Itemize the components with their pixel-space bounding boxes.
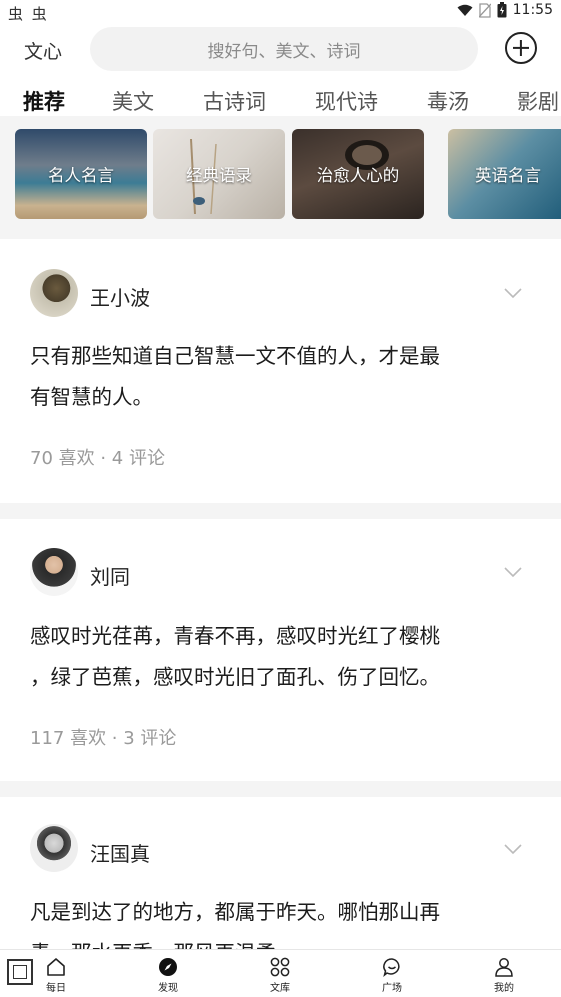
nav-mine[interactable]: 我的 <box>474 956 534 994</box>
nav-discover[interactable]: 发现 <box>138 956 198 994</box>
card-label: 英语名言 <box>475 166 541 185</box>
notification-icons: 虫 虫 <box>8 5 49 23</box>
category-tabs: 推荐 美文 古诗词 现代诗 毒汤 影剧 <box>0 80 561 120</box>
post-meta: 70 喜欢 · 4 评论 <box>30 448 165 469</box>
top-header: 文心 搜好句、美文、诗词 <box>0 24 561 76</box>
nav-square[interactable]: 广场 <box>362 956 422 994</box>
status-time: 11:55 <box>512 2 553 18</box>
card-label: 经典语录 <box>186 166 252 185</box>
chat-icon <box>383 958 400 977</box>
search-placeholder: 搜好句、美文、诗词 <box>207 41 361 62</box>
avatar[interactable] <box>30 269 78 317</box>
avatar[interactable] <box>30 824 78 872</box>
post-content: 感叹时光荏苒，青春不再，感叹时光红了樱桃 ，绿了芭蕉，感叹时光旧了面孔、伤了回忆… <box>30 624 440 689</box>
card-label: 名人名言 <box>48 166 114 185</box>
nav-library[interactable]: 文库 <box>250 956 310 994</box>
author-name[interactable]: 汪国真 <box>90 838 150 867</box>
post-content: 只有那些知道自己智慧一文不值的人，才是最 有智慧的人。 <box>30 344 440 409</box>
battery-icon <box>497 2 507 18</box>
post-card[interactable]: 刘同 感叹时光荏苒，青春不再，感叹时光红了樱桃 ，绿了芭蕉，感叹时光旧了面孔、伤… <box>0 519 561 781</box>
chevron-down-icon[interactable] <box>504 284 522 302</box>
category-cards: 名人名言 经典语录 治愈人心的 英语名言 <box>0 116 561 239</box>
card-healing[interactable]: 治愈人心的 <box>292 129 424 219</box>
app-logo[interactable]: 文心 <box>24 37 62 64</box>
tab-film-drama[interactable]: 影剧 <box>517 86 559 116</box>
card-classic-quotes[interactable]: 经典语录 <box>153 129 285 219</box>
post-meta: 117 喜欢 · 3 评论 <box>30 728 177 749</box>
add-icon[interactable] <box>505 32 537 64</box>
home-icon <box>47 958 65 976</box>
avatar[interactable] <box>30 548 78 596</box>
feed: 王小波 只有那些知道自己智慧一文不值的人，才是最 有智慧的人。 70 喜欢 · … <box>0 239 561 997</box>
wifi-icon <box>457 4 473 16</box>
user-icon <box>495 958 513 977</box>
no-sim-icon <box>478 2 491 18</box>
grid-icon <box>270 957 290 977</box>
search-bar[interactable]: 搜好句、美文、诗词 <box>90 27 478 71</box>
author-name[interactable]: 王小波 <box>90 282 150 311</box>
divider <box>0 781 561 797</box>
chevron-down-icon[interactable] <box>504 563 522 581</box>
tab-modern-poetry[interactable]: 现代诗 <box>315 86 378 116</box>
tab-prose[interactable]: 美文 <box>112 86 154 116</box>
overlay-window-icon[interactable] <box>7 959 33 985</box>
author-name[interactable]: 刘同 <box>90 561 130 590</box>
tab-recommend[interactable]: 推荐 <box>23 86 65 116</box>
compass-icon <box>159 958 177 976</box>
status-bar: 虫 虫 11:55 <box>0 0 561 24</box>
nav-daily[interactable]: 每日 <box>26 956 86 994</box>
card-english-quotes[interactable]: 英语名言 <box>448 129 561 219</box>
bottom-nav: 每日 发现 文库 广场 我的 <box>0 949 561 997</box>
tab-poison-soup[interactable]: 毒汤 <box>427 86 469 116</box>
tab-classical-poetry[interactable]: 古诗词 <box>203 86 266 116</box>
divider <box>0 503 561 519</box>
card-famous-quotes[interactable]: 名人名言 <box>15 129 147 219</box>
chevron-down-icon[interactable] <box>504 840 522 858</box>
card-label: 治愈人心的 <box>316 166 400 185</box>
post-card[interactable]: 王小波 只有那些知道自己智慧一文不值的人，才是最 有智慧的人。 70 喜欢 · … <box>0 239 561 503</box>
